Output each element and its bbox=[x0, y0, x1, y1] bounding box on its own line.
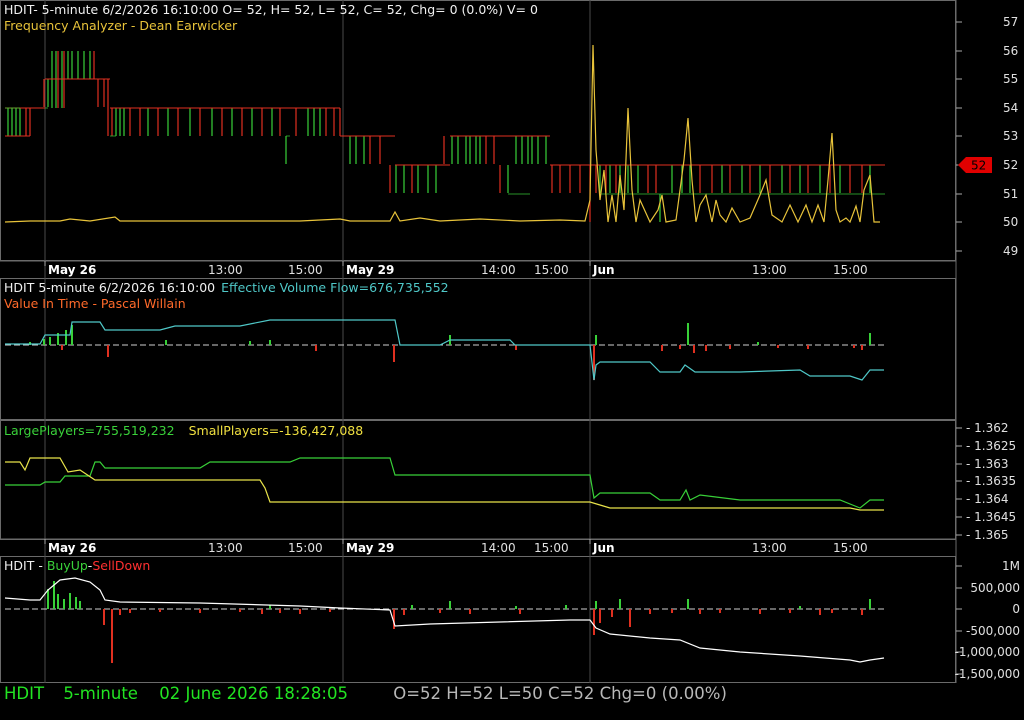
time-label-1400: 14:00 bbox=[481, 263, 516, 277]
price-axis: 57 56 55 54 53 52 51 50 49 bbox=[956, 15, 1018, 258]
buyup-tick: -1,000,000 bbox=[955, 645, 1020, 659]
buyup-axis: 1M 500,000 0 -500,000 -1,000,000 -1,500,… bbox=[955, 559, 1020, 681]
price-tick: 52 bbox=[1003, 158, 1018, 172]
small-players-label: SmallPlayers=-136,427,088 bbox=[188, 423, 364, 438]
panel4-header: HDIT - BuyUp-SellDown bbox=[4, 558, 156, 573]
time-label-1500: 15:00 bbox=[288, 263, 323, 277]
time-label-1500c-b: 15:00 bbox=[833, 541, 868, 555]
players-tick: - 1.365 bbox=[966, 528, 1009, 542]
vertical-gridlines bbox=[44, 0, 591, 683]
frequency-analyzer-line bbox=[4, 44, 880, 224]
panel2-title: HDIT 5-minute 6/2/2026 16:10:00 bbox=[4, 280, 216, 295]
buyup-label: BuyUp bbox=[46, 558, 88, 573]
status-datetime: 02 June 2026 18:28:05 bbox=[159, 684, 348, 703]
status-symbol: HDIT bbox=[4, 684, 45, 703]
effective-volume-flow-line bbox=[5, 319, 884, 381]
time-label-1300b: 13:00 bbox=[752, 263, 787, 277]
panel-frames bbox=[0, 0, 957, 683]
date-label-may29-b: May 29 bbox=[346, 541, 394, 555]
date-label-may26-b: May 26 bbox=[48, 541, 96, 555]
status-bar: HDIT 5-minute 02 June 2026 18:28:05 O=52… bbox=[4, 684, 1020, 708]
buyup-selldown-bars bbox=[5, 581, 885, 663]
price-tick: 56 bbox=[1003, 44, 1018, 58]
panel1-title: HDIT- 5-minute 6/2/2026 16:10:00 O= 52, … bbox=[4, 2, 538, 17]
frequency-analyzer-label: Frequency Analyzer - Dean Earwicker bbox=[4, 18, 238, 33]
chart-canvas[interactable]: May 26 13:00 15:00 May 29 14:00 15:00 Ju… bbox=[0, 0, 1024, 720]
date-label-jun-b: Jun bbox=[592, 541, 615, 555]
players-tick: - 1.363 bbox=[966, 457, 1009, 471]
panel4-symbol: HDIT - bbox=[4, 558, 47, 573]
selldown-label: SellDown bbox=[92, 558, 151, 573]
price-tick: 57 bbox=[1003, 15, 1018, 29]
last-price-tag: 52 bbox=[958, 157, 992, 173]
players-tick: - 1.3645 bbox=[966, 510, 1016, 524]
price-tick: 51 bbox=[1003, 187, 1018, 201]
cumulative-flow-line bbox=[4, 577, 885, 663]
buyup-tick: 1M bbox=[1002, 559, 1020, 573]
evf-label: Effective Volume Flow=676,735,552 bbox=[221, 280, 449, 295]
players-tick: - 1.362 bbox=[966, 421, 1009, 435]
players-tick: - 1.364 bbox=[966, 492, 1009, 506]
time-label-1500b-b: 15:00 bbox=[534, 541, 569, 555]
panel3-header: LargePlayers=755,519,232 SmallPlayers=-13… bbox=[4, 423, 369, 438]
price-tick: 55 bbox=[1003, 72, 1018, 86]
price-tick: 54 bbox=[1003, 101, 1018, 115]
price-tick: 50 bbox=[1003, 215, 1018, 229]
date-label-may29: May 29 bbox=[346, 263, 394, 277]
date-label-jun: Jun bbox=[592, 263, 615, 277]
price-tick: 49 bbox=[1003, 244, 1018, 258]
players-tick: - 1.3635 bbox=[966, 474, 1016, 488]
time-label-1300-b: 13:00 bbox=[208, 541, 243, 555]
buyup-tick: -500,000 bbox=[966, 624, 1020, 638]
price-bars bbox=[5, 51, 885, 222]
large-players-label: LargePlayers=755,519,232 bbox=[4, 423, 175, 438]
large-players-line bbox=[5, 457, 884, 509]
time-label-1300c-b: 13:00 bbox=[752, 541, 787, 555]
buyup-tick: 0 bbox=[1012, 602, 1020, 616]
time-label-1500-b: 15:00 bbox=[288, 541, 323, 555]
players-tick: - 1.3625 bbox=[966, 439, 1016, 453]
small-players-line bbox=[5, 457, 884, 511]
svg-text:52: 52 bbox=[971, 159, 986, 173]
players-axis: - 1.362 - 1.3625 - 1.363 - 1.3635 - 1.36… bbox=[956, 421, 1016, 542]
value-in-time-label: Value In Time - Pascal Willain bbox=[4, 296, 186, 311]
time-label-1500c: 15:00 bbox=[833, 263, 868, 277]
buyup-tick: -1,500,000 bbox=[955, 667, 1020, 681]
time-axis-top bbox=[0, 260, 956, 266]
date-label-may26: May 26 bbox=[48, 263, 96, 277]
status-ohlc: O=52 H=52 L=50 C=52 Chg=0 (0.00%) bbox=[393, 684, 727, 703]
time-label-1400-b: 14:00 bbox=[481, 541, 516, 555]
price-tick: 53 bbox=[1003, 129, 1018, 143]
status-interval: 5-minute bbox=[63, 684, 138, 703]
time-label-1500b: 15:00 bbox=[534, 263, 569, 277]
panel2-header: HDIT 5-minute 6/2/2026 16:10:00 Effective… bbox=[4, 280, 455, 295]
buyup-tick: 500,000 bbox=[970, 581, 1020, 595]
time-label-1300: 13:00 bbox=[208, 263, 243, 277]
